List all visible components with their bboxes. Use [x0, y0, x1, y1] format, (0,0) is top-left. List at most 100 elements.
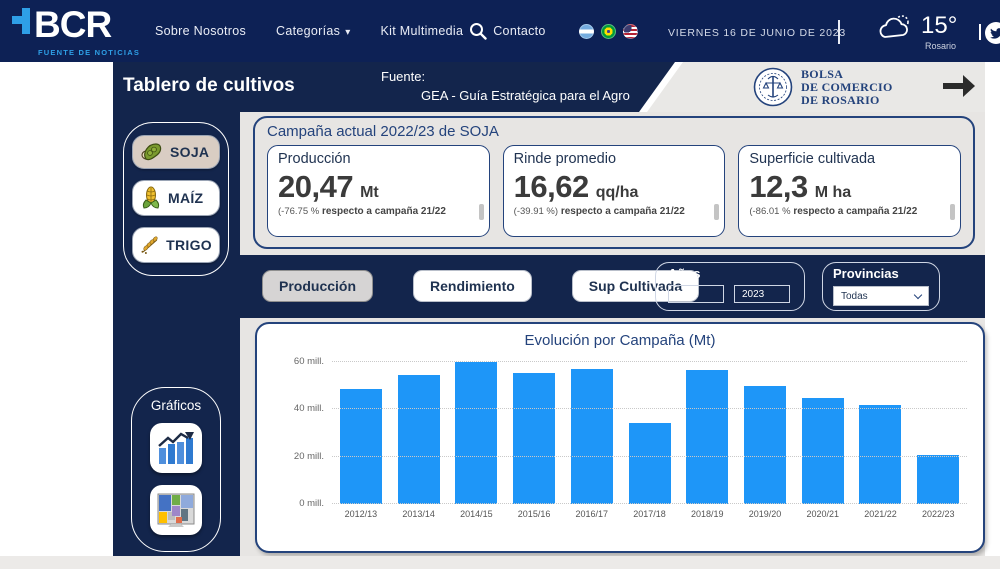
temperature: 15° — [921, 13, 957, 39]
kpi-value: 16,62 — [514, 169, 589, 205]
x-axis-tick-label: 2018/19 — [678, 509, 736, 519]
bcr-logo[interactable]: BCR FUENTE DE NOTICIAS — [10, 6, 111, 46]
soybean-icon — [140, 141, 164, 163]
x-axis-tick-label: 2013/14 — [390, 509, 448, 519]
chart-bar[interactable] — [686, 370, 728, 504]
x-axis-tick-label: 2016/17 — [563, 509, 621, 519]
kpi-label: Rinde promedio — [514, 151, 715, 167]
kpi-delta: (-86.01 % respecto a campaña 21/22 — [749, 206, 934, 224]
treemap-icon — [157, 493, 195, 527]
nav-links: Sobre Nosotros Categorías▾ Kit Multimedi… — [155, 0, 546, 62]
x-axis-tick-label: 2021/22 — [852, 509, 910, 519]
sidebar-item-label: TRIGO — [166, 237, 212, 253]
chart-bar[interactable] — [455, 362, 497, 504]
dashboard-content: Campaña actual 2022/23 de SOJA Producció… — [240, 112, 985, 556]
flag-brazil-icon[interactable] — [601, 24, 616, 39]
crop-sidebar: SOJA MAÍZ — [113, 112, 240, 556]
chart-bar[interactable] — [802, 398, 844, 504]
crops-dashboard: Tablero de cultivos Fuente: GEA - Guía E… — [113, 62, 985, 556]
chevron-down-icon: ▾ — [345, 27, 350, 38]
chart-bar[interactable] — [744, 386, 786, 504]
y-axis-tick-label: 0 mill. — [299, 498, 324, 509]
weather-city: Rosario — [925, 41, 956, 51]
kpi-unit: qq/ha — [596, 184, 639, 202]
nav-link-sobre-nosotros[interactable]: Sobre Nosotros — [155, 24, 246, 38]
x-axis-tick-label: 2014/15 — [447, 509, 505, 519]
y-axis-tick-label: 40 mill. — [294, 403, 324, 414]
kpi-zone: Campaña actual 2022/23 de SOJA Producció… — [240, 112, 985, 255]
chart-bar[interactable] — [571, 369, 613, 504]
dashboard-header: Tablero de cultivos Fuente: GEA - Guía E… — [113, 62, 985, 112]
flag-usa-icon[interactable] — [623, 24, 638, 39]
year-to-input[interactable] — [734, 285, 790, 303]
chart-bar[interactable] — [629, 423, 671, 504]
provinces-label: Provincias — [833, 266, 929, 281]
kpi-delta: (-76.75 % respecto a campaña 21/22 — [278, 206, 463, 224]
kpi-card-rinde: Rinde promedio 16,62 qq/ha (-39.91 %) re… — [503, 145, 726, 237]
provinces-dropdown[interactable]: Todas — [833, 286, 929, 306]
corn-icon — [140, 186, 162, 210]
twitter-icon[interactable] — [985, 22, 1000, 44]
kpi-delta: (-39.91 %) respecto a campaña 21/22 — [514, 206, 699, 224]
kpi-unit: M ha — [815, 184, 851, 202]
chart-bar[interactable] — [917, 455, 959, 504]
chart-bar[interactable] — [859, 405, 901, 504]
years-filter: Años — [655, 262, 805, 311]
weather-widget: 15° Rosario — [877, 13, 957, 43]
kpi-value: 20,47 — [278, 169, 353, 205]
gridline: 40 mill. — [332, 408, 967, 409]
language-flags — [579, 24, 638, 39]
gridline: 0 mill. — [332, 503, 967, 504]
kpi-card-superficie: Superficie cultivada 12,3 M ha (-86.01 %… — [738, 145, 961, 237]
treemap-view-button[interactable] — [150, 485, 202, 535]
nav-link-contacto[interactable]: Contacto — [493, 24, 545, 38]
years-label: Años — [668, 266, 792, 281]
scrollbar-thumb[interactable] — [950, 204, 955, 220]
gridline: 20 mill. — [332, 456, 967, 457]
x-axis-tick-label: 2022/23 — [909, 509, 967, 519]
gridline: 60 mill. — [332, 361, 967, 362]
social-divider — [979, 24, 981, 40]
wheat-icon — [140, 233, 160, 257]
page-title: Tablero de cultivos — [123, 75, 295, 97]
chart-bar[interactable] — [513, 373, 555, 504]
x-axis-tick-label: 2019/20 — [736, 509, 794, 519]
crop-selector-group: SOJA MAÍZ — [123, 122, 229, 276]
current-date: VIERNES 16 DE JUNIO DE 2023 — [668, 27, 846, 39]
nav-link-categorias[interactable]: Categorías▾ — [276, 24, 350, 38]
arrow-right-icon[interactable] — [941, 75, 975, 97]
x-axis-tick-label: 2017/18 — [621, 509, 679, 519]
sidebar-item-trigo[interactable]: TRIGO — [132, 227, 220, 263]
flag-argentina-icon[interactable] — [579, 24, 594, 39]
bar-chart-view-button[interactable] — [150, 423, 202, 473]
dashboard-title-banner: Tablero de cultivos Fuente: GEA - Guía E… — [113, 62, 675, 112]
provinces-selected-value: Todas — [841, 291, 868, 302]
kpi-card-produccion: Producción 20,47 Mt (-76.75 % respecto a… — [267, 145, 490, 237]
sidebar-item-soja[interactable]: SOJA — [132, 135, 220, 169]
nav-link-kit-multimedia[interactable]: Kit Multimedia — [381, 24, 464, 38]
kpi-cards: Producción 20,47 Mt (-76.75 % respecto a… — [267, 145, 961, 237]
scrollbar-thumb[interactable] — [479, 204, 484, 220]
search-icon[interactable] — [469, 22, 487, 40]
chart-bars — [332, 362, 967, 504]
chevron-down-icon — [914, 290, 922, 298]
chart-bar[interactable] — [398, 375, 440, 504]
chart-title: Evolución por Campaña (Mt) — [257, 332, 983, 349]
top-navbar: BCR FUENTE DE NOTICIAS Sobre Nosotros Ca… — [0, 0, 1000, 62]
nav-divider — [838, 20, 840, 44]
source-value: GEA - Guía Estratégica para el Agro — [381, 86, 630, 105]
tab-rendimiento[interactable]: Rendimiento — [413, 270, 532, 302]
year-from-input[interactable] — [668, 285, 724, 303]
sidebar-item-maiz[interactable]: MAÍZ — [132, 180, 220, 216]
source-attribution: Fuente: GEA - Guía Estratégica para el A… — [381, 67, 630, 105]
chart-zone: Evolución por Campaña (Mt) 0 mill. 20 mil… — [240, 318, 985, 556]
chart-plot: 0 mill. 20 mill. 40 mill. 60 mill. — [332, 362, 967, 504]
scrollbar-thumb[interactable] — [714, 204, 719, 220]
bcr-org-logo: BOLSA DE COMERCIO DE ROSARIO — [753, 67, 893, 107]
chart-bar[interactable] — [340, 389, 382, 504]
tab-produccion[interactable]: Producción — [262, 270, 373, 302]
sidebar-item-label: MAÍZ — [168, 190, 203, 206]
sidebar-item-label: SOJA — [170, 144, 209, 160]
filter-band: Producción Rendimiento Sup Cultivada Año… — [240, 255, 985, 318]
charts-group: Gráficos — [131, 387, 221, 552]
